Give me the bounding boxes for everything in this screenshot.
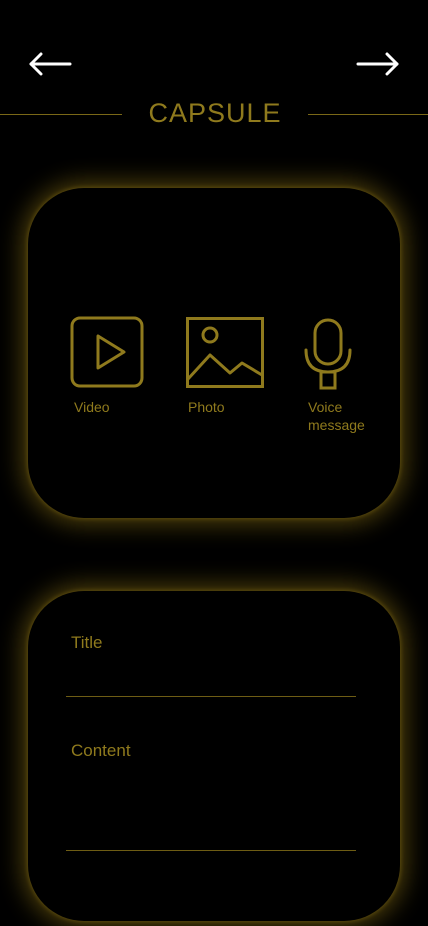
capsule-form-card: Title Content [28, 591, 400, 921]
arrow-right-icon [356, 52, 399, 76]
content-input[interactable] [66, 769, 356, 845]
arrow-left-icon [29, 52, 72, 76]
title-row: CAPSULE [0, 96, 428, 136]
content-field-label: Content [71, 741, 131, 760]
forward-button[interactable] [354, 46, 402, 82]
title-field-label: Title [71, 633, 103, 652]
voice-message-label: Voice message [308, 399, 365, 433]
page-title: CAPSULE [148, 98, 282, 128]
content-field-underline [66, 850, 356, 851]
back-button[interactable] [26, 46, 74, 82]
voice-message-option[interactable]: Voice message [298, 316, 378, 436]
title-input[interactable] [66, 661, 356, 691]
video-label: Video [74, 399, 110, 415]
photo-label: Photo [188, 399, 225, 415]
video-option[interactable]: Video [70, 316, 150, 416]
title-divider-left [0, 114, 122, 115]
title-field-underline [66, 696, 356, 697]
photo-image-icon [186, 317, 264, 388]
video-play-icon [70, 316, 144, 388]
title-divider-right [308, 114, 428, 115]
photo-option[interactable]: Photo [184, 316, 274, 416]
media-picker-card: Video Photo Voice message [28, 188, 400, 518]
microphone-icon [304, 318, 352, 390]
